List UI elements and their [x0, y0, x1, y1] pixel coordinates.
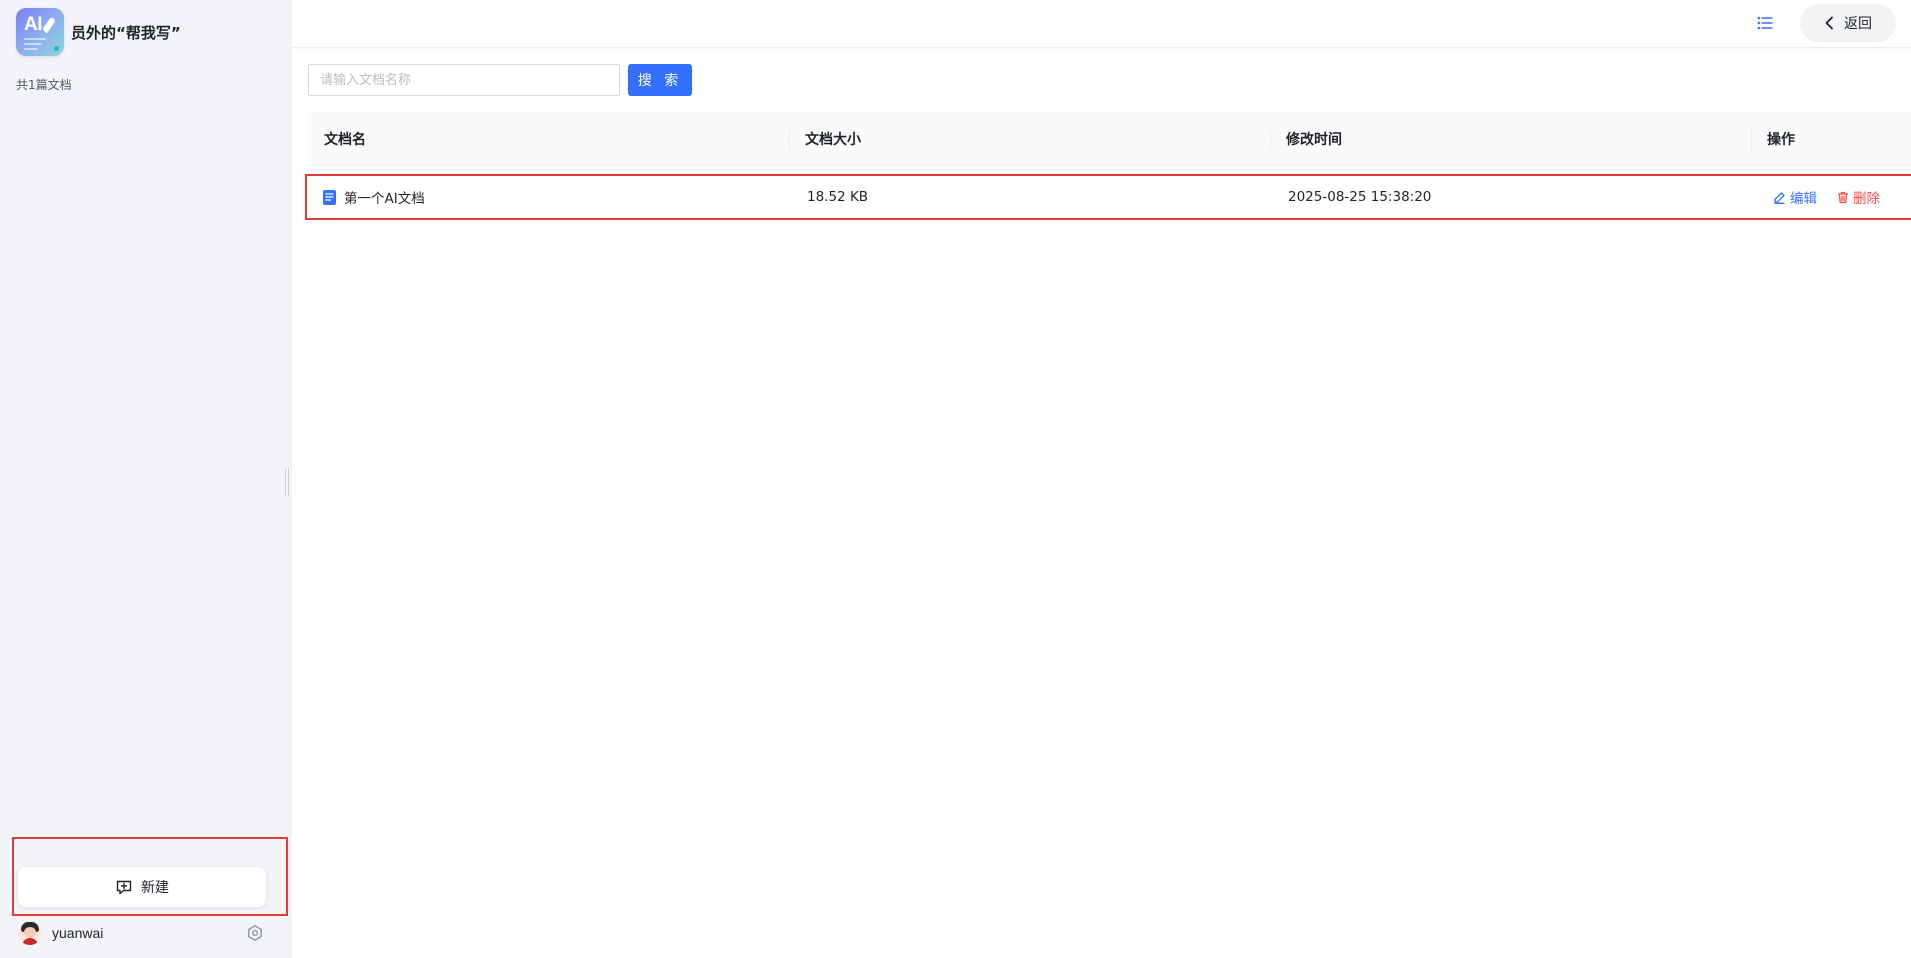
table-row-highlight: 第一个AI文档 18.52 KB 2025-08-25 15:38:20 编辑 … — [305, 174, 1911, 220]
sidebar: AI 员外的“帮我写” 共1篇文档 新建 yuanwai — [0, 0, 292, 958]
column-header-size: 文档大小 — [789, 112, 1270, 166]
username: yuanwai — [52, 925, 104, 941]
document-icon — [323, 189, 336, 205]
chevron-left-icon — [1824, 16, 1834, 30]
new-chat-plus-icon — [115, 878, 133, 896]
brand-title: 员外的“帮我写” — [71, 23, 181, 42]
new-button-highlight: 新建 — [12, 837, 288, 916]
new-button-label: 新建 — [141, 880, 169, 896]
table-row[interactable]: 第一个AI文档 18.52 KB 2025-08-25 15:38:20 编辑 … — [307, 176, 1911, 218]
ai-logo-icon: AI — [16, 8, 64, 56]
list-icon[interactable] — [1757, 16, 1773, 30]
delete-button[interactable]: 删除 — [1837, 187, 1880, 207]
column-header-name: 文档名 — [324, 131, 366, 148]
doc-name: 第一个AI文档 — [344, 191, 425, 207]
new-document-button[interactable]: 新建 — [18, 867, 266, 907]
back-button-label: 返回 — [1844, 16, 1872, 32]
pencil-icon — [1773, 191, 1786, 204]
main-content: 返回 搜 索 文档名 文档大小 修改时间 操作 — [292, 0, 1911, 958]
brand: AI 员外的“帮我写” — [16, 8, 181, 56]
sidebar-resize-handle[interactable] — [285, 468, 289, 496]
column-header-actions: 操作 — [1751, 112, 1911, 166]
avatar[interactable] — [18, 921, 42, 945]
app-root: AI 员外的“帮我写” 共1篇文档 新建 yuanwai 返回 请输入文档名称 … — [0, 0, 1911, 958]
column-header-modified: 修改时间 — [1270, 112, 1751, 166]
search-row: 搜 索 — [308, 64, 692, 96]
trash-icon — [1837, 191, 1849, 204]
back-button[interactable]: 返回 — [1800, 4, 1896, 42]
cell-doc-modified: 2025-08-25 15:38:20 — [1288, 189, 1432, 205]
table-header: 文档名 文档大小 修改时间 操作 — [308, 112, 1911, 166]
cell-doc-size: 18.52 KB — [807, 189, 869, 205]
topbar: 返回 — [292, 0, 1911, 48]
search-button[interactable]: 搜 索 — [628, 64, 692, 96]
edit-button[interactable]: 编辑 — [1773, 187, 1817, 207]
gear-icon[interactable] — [246, 924, 264, 942]
documents-table: 文档名 文档大小 修改时间 操作 第一个AI文档 18.52 KB 2025-0… — [305, 112, 1911, 220]
delete-label: 删除 — [1853, 191, 1880, 207]
user-row: yuanwai — [18, 919, 264, 947]
doc-count: 共1篇文档 — [16, 78, 72, 92]
logo-text: AI — [24, 14, 43, 35]
search-input[interactable] — [308, 64, 620, 96]
edit-label: 编辑 — [1790, 191, 1817, 207]
cell-doc-name[interactable]: 第一个AI文档 — [307, 187, 791, 207]
cell-actions: 编辑 删除 — [1753, 187, 1911, 207]
